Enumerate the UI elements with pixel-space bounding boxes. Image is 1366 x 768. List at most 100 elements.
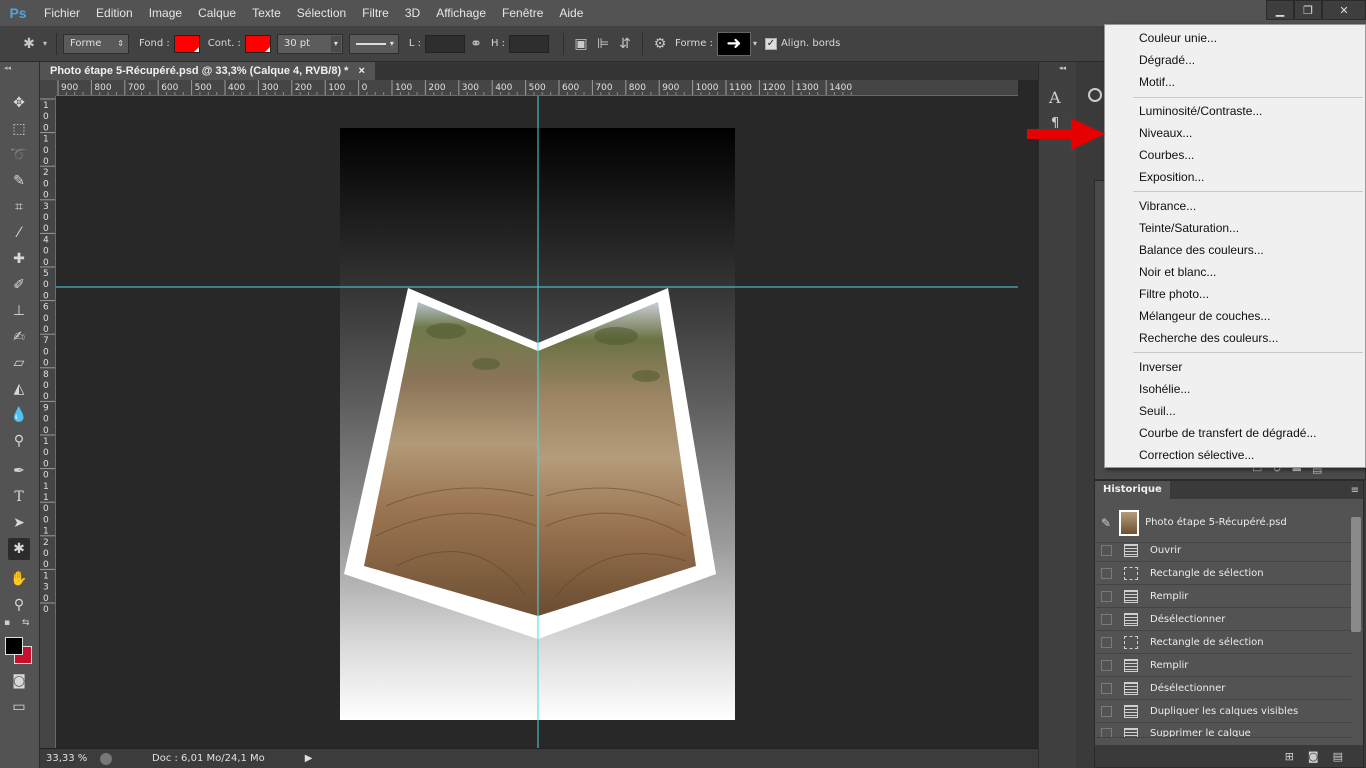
status-icon[interactable] (100, 752, 112, 765)
shape-picker[interactable]: ➜ (716, 31, 751, 56)
history-source-checkbox[interactable] (1101, 591, 1112, 602)
menu-texte[interactable]: Texte (244, 0, 289, 26)
move-tool-icon[interactable]: ✥ (8, 92, 30, 114)
history-source-checkbox[interactable] (1101, 637, 1112, 648)
history-item[interactable]: Remplir (1095, 586, 1351, 608)
blur-tool-icon[interactable]: 💧 (8, 404, 30, 426)
trash-icon[interactable]: ▤ (1333, 750, 1343, 763)
eraser-tool-icon[interactable]: ▱ (8, 352, 30, 374)
menu-item-posterize[interactable]: Isohélie... (1139, 382, 1190, 396)
history-source-checkbox[interactable] (1101, 728, 1112, 737)
menu-filtre[interactable]: Filtre (354, 0, 397, 26)
panel-menu-icon[interactable]: ≡ (1351, 485, 1359, 496)
menu-item-black-white[interactable]: Noir et blanc... (1139, 265, 1216, 279)
history-tab[interactable]: Historique (1095, 481, 1170, 499)
history-source-checkbox[interactable] (1101, 683, 1112, 694)
menu-item-levels[interactable]: Niveaux... (1139, 126, 1192, 140)
history-snapshot[interactable]: ✎ Photo étape 5-Récupéré.psd (1095, 503, 1351, 543)
path-operations-icon[interactable]: ▣ (570, 33, 592, 55)
chevron-down-icon[interactable]: ▾ (753, 39, 757, 48)
swap-colors-icon[interactable]: ⇆ (22, 618, 30, 628)
path-arrangement-icon[interactable]: ⇵ (614, 33, 636, 55)
menu-calque[interactable]: Calque (190, 0, 244, 26)
zoom-tool-icon[interactable]: ⚲ (8, 594, 30, 616)
menu-item-gradient[interactable]: Dégradé... (1139, 53, 1195, 67)
clone-stamp-tool-icon[interactable]: ⊥ (8, 300, 30, 322)
vertical-ruler[interactable]: 1001002003004005006007008009001000110012… (40, 96, 56, 748)
menu-affichage[interactable]: Affichage (428, 0, 494, 26)
hand-tool-icon[interactable]: ✋ (8, 568, 30, 590)
menu-item-solid-color[interactable]: Couleur unie... (1139, 31, 1217, 45)
menu-aide[interactable]: Aide (551, 0, 591, 26)
zoom-level[interactable]: 33,33 % (46, 753, 96, 764)
stroke-size-field[interactable]: 30 pt ▾ (276, 33, 343, 54)
menu-edition[interactable]: Edition (88, 0, 141, 26)
menu-item-gradient-map[interactable]: Courbe de transfert de dégradé... (1139, 426, 1316, 440)
tab-close-icon[interactable]: × (358, 62, 364, 80)
healing-brush-tool-icon[interactable]: ✚ (8, 248, 30, 270)
history-item[interactable]: Supprimer le calque (1095, 724, 1351, 738)
history-source-checkbox[interactable] (1101, 545, 1112, 556)
menu-selection[interactable]: Sélection (289, 0, 354, 26)
stroke-type-select[interactable]: ▾ (348, 33, 399, 54)
width-input[interactable] (424, 34, 465, 53)
menu-item-curves[interactable]: Courbes... (1139, 148, 1194, 162)
default-colors-icon[interactable]: ▪ (4, 618, 10, 628)
foreground-color-swatch[interactable] (5, 637, 23, 655)
pen-tool-icon[interactable]: ✒ (8, 460, 30, 482)
history-source-checkbox[interactable] (1101, 568, 1112, 579)
menu-item-channel-mixer[interactable]: Mélangeur de couches... (1139, 309, 1270, 323)
close-window-icon[interactable]: ✕ (1322, 0, 1366, 20)
menu-3d[interactable]: 3D (397, 0, 428, 26)
menu-item-invert[interactable]: Inverser (1139, 360, 1182, 374)
fill-color-swatch[interactable] (173, 34, 200, 53)
history-item[interactable]: Rectangle de sélection (1095, 632, 1351, 654)
stroke-color-swatch[interactable] (244, 34, 271, 53)
restore-icon[interactable]: ❐ (1294, 0, 1322, 20)
eyedropper-tool-icon[interactable]: ⁄ (8, 222, 30, 244)
menu-item-brightness-contrast[interactable]: Luminosité/Contraste... (1139, 104, 1262, 118)
ruler-origin[interactable] (40, 80, 56, 96)
menu-item-color-balance[interactable]: Balance des couleurs... (1139, 243, 1264, 257)
lasso-tool-icon[interactable]: ➰ (8, 144, 30, 166)
link-icon[interactable]: ⚭ (465, 33, 487, 55)
menu-image[interactable]: Image (141, 0, 190, 26)
marquee-tool-icon[interactable]: ⬚ (8, 118, 30, 140)
canvas-area[interactable] (56, 96, 1018, 748)
history-item[interactable]: Rectangle de sélection (1095, 563, 1351, 585)
character-panel-icon[interactable]: A (1049, 88, 1061, 107)
new-document-from-state-icon[interactable]: ⊞ (1285, 750, 1294, 763)
menu-item-pattern[interactable]: Motif... (1139, 75, 1175, 89)
history-scrollbar[interactable] (1351, 517, 1361, 632)
type-tool-icon[interactable]: T (8, 486, 30, 508)
status-menu-arrow-icon[interactable]: ▶ (305, 753, 313, 764)
history-item[interactable]: Ouvrir (1095, 540, 1351, 562)
history-brush-tool-icon[interactable]: ✍ (8, 326, 30, 348)
menu-item-exposure[interactable]: Exposition... (1139, 170, 1204, 184)
menu-item-threshold[interactable]: Seuil... (1139, 404, 1176, 418)
menu-fichier[interactable]: Fichier (36, 0, 88, 26)
align-edges-checkbox[interactable]: ✓ (764, 37, 777, 50)
collapse-icon[interactable]: ◂◂ (1059, 64, 1066, 72)
path-selection-tool-icon[interactable]: ➤ (8, 512, 30, 534)
menu-item-vibrance[interactable]: Vibrance... (1139, 199, 1196, 213)
menu-item-hue-saturation[interactable]: Teinte/Saturation... (1139, 221, 1239, 235)
history-source-checkbox[interactable] (1101, 706, 1112, 717)
history-source-checkbox[interactable] (1101, 614, 1112, 625)
height-input[interactable] (509, 34, 550, 53)
custom-shape-tool-icon[interactable]: ✱ (8, 538, 30, 560)
minimize-icon[interactable]: ▁ (1266, 0, 1294, 20)
brush-tool-icon[interactable]: ✐ (8, 274, 30, 296)
adjustments-icon[interactable] (1088, 88, 1102, 102)
menu-fenetre[interactable]: Fenêtre (494, 0, 551, 26)
menu-item-selective-color[interactable]: Correction sélective... (1139, 448, 1254, 462)
history-item[interactable]: Dupliquer les calques visibles (1095, 701, 1351, 723)
history-source-checkbox[interactable] (1101, 660, 1112, 671)
crop-tool-icon[interactable]: ⌗ (8, 196, 30, 218)
tool-preset-arrow-icon[interactable]: ▾ (40, 33, 50, 55)
menu-item-color-lookup[interactable]: Recherche des couleurs... (1139, 331, 1278, 345)
quick-mask-icon[interactable]: ◙ (8, 670, 30, 692)
custom-shape-tool-icon[interactable]: ✱ (18, 33, 40, 55)
history-item[interactable]: Désélectionner (1095, 609, 1351, 631)
path-alignment-icon[interactable]: ⊫ (592, 33, 614, 55)
